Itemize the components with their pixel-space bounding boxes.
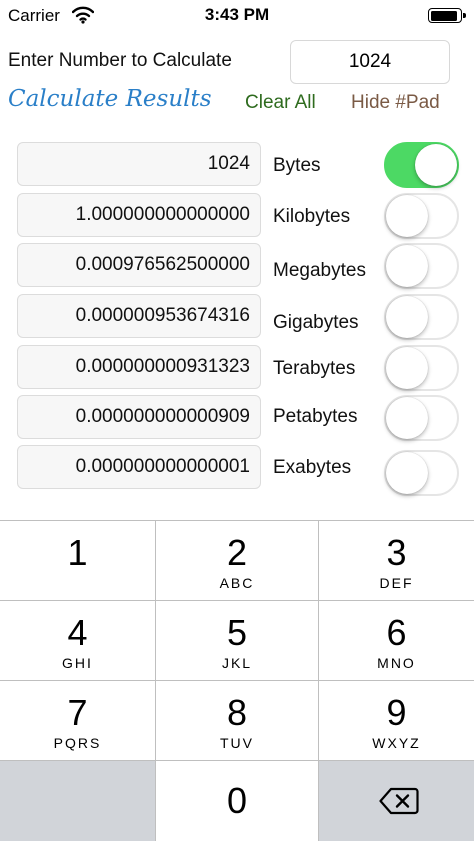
- key-letters: MNO: [377, 655, 416, 671]
- key-digit: 2: [226, 532, 248, 573]
- result-field: 0.000000953674316: [17, 294, 261, 338]
- key-4[interactable]: 4 GHI: [0, 601, 155, 680]
- key-letters: DEF: [379, 575, 414, 591]
- key-digit: 3: [386, 532, 407, 573]
- petabytes-toggle[interactable]: [384, 395, 459, 441]
- unit-label: Petabytes: [273, 406, 358, 427]
- toggle-knob: [386, 347, 428, 389]
- key-digit: 0: [226, 780, 248, 821]
- result-field: 0.000000000931323: [17, 345, 261, 389]
- key-0[interactable]: 0: [156, 761, 318, 841]
- bytes-toggle[interactable]: [384, 142, 459, 188]
- result-value: 0.000000953674316: [75, 305, 250, 326]
- exabytes-toggle[interactable]: [384, 450, 459, 496]
- toggle-knob: [386, 397, 428, 439]
- key-1[interactable]: 1: [0, 521, 155, 600]
- blank-key: [0, 761, 155, 841]
- key-2[interactable]: 2 ABC: [156, 521, 318, 600]
- clear-all-button[interactable]: Clear All: [245, 92, 316, 114]
- result-row-megabytes: 0.000976562500000 Megabytes: [0, 243, 474, 289]
- unit-label: Megabytes: [273, 260, 366, 281]
- unit-label: Exabytes: [273, 457, 352, 478]
- toggle-knob: [415, 144, 457, 186]
- result-field: 0.000976562500000: [17, 243, 261, 287]
- result-row-gigabytes: 0.000000953674316 Gigabytes: [0, 294, 474, 340]
- numeric-keypad: 1 2 ABC 3 DEF 4 GHI 5 JKL 6 MNO 7 PQRS 8…: [0, 520, 474, 841]
- battery-icon: [428, 8, 466, 23]
- gigabytes-toggle[interactable]: [384, 294, 459, 340]
- result-row-kilobytes: 1.000000000000000 Kilobytes: [0, 193, 474, 239]
- unit-label: Gigabytes: [273, 312, 359, 333]
- result-field: 1024: [17, 142, 261, 186]
- megabytes-toggle[interactable]: [384, 243, 459, 289]
- result-row-petabytes: 0.000000000000909 Petabytes: [0, 395, 474, 441]
- key-8[interactable]: 8 TUV: [156, 681, 318, 760]
- key-letters: ABC: [219, 575, 255, 591]
- result-field: 1.000000000000000: [17, 193, 261, 237]
- toggle-knob: [386, 296, 428, 338]
- key-6[interactable]: 6 MNO: [319, 601, 474, 680]
- key-digit: 1: [67, 532, 88, 573]
- status-time: 3:43 PM: [204, 5, 270, 24]
- key-7[interactable]: 7 PQRS: [0, 681, 155, 760]
- result-field: 0.000000000000909: [17, 395, 261, 439]
- result-row-terabytes: 0.000000000931323 Terabytes: [0, 345, 474, 391]
- key-letters: WXYZ: [372, 735, 421, 751]
- result-value: 0.000000000000001: [75, 456, 250, 477]
- status-bar: Carrier 3:43 PM: [0, 0, 474, 32]
- backspace-icon: [379, 787, 419, 815]
- input-label: Enter Number to Calculate: [8, 50, 232, 71]
- key-9[interactable]: 9 WXYZ: [319, 681, 474, 760]
- result-row-bytes: 1024 Bytes: [0, 142, 474, 188]
- key-digit: 4: [67, 612, 88, 653]
- terabytes-toggle[interactable]: [384, 345, 459, 391]
- key-letters: TUV: [220, 735, 254, 751]
- result-value: 1.000000000000000: [75, 204, 250, 225]
- key-5[interactable]: 5 JKL: [156, 601, 318, 680]
- unit-label: Kilobytes: [273, 206, 351, 227]
- key-digit: 7: [67, 692, 88, 733]
- calculate-results-button[interactable]: Calculate Results: [8, 86, 212, 112]
- result-value: 0.000976562500000: [75, 254, 250, 275]
- key-letters: PQRS: [53, 735, 102, 751]
- key-digit: 5: [226, 612, 248, 653]
- result-value: 1024: [207, 153, 250, 174]
- toggle-knob: [386, 452, 428, 494]
- result-row-exabytes: 0.000000000000001 Exabytes: [0, 445, 474, 496]
- result-value: 0.000000000000909: [75, 406, 250, 427]
- toggle-knob: [386, 195, 428, 237]
- unit-label: Terabytes: [273, 358, 356, 379]
- key-letters: JKL: [221, 655, 253, 671]
- unit-label: Bytes: [273, 155, 321, 176]
- key-letters: GHI: [62, 655, 93, 671]
- result-value: 0.000000000931323: [75, 356, 250, 377]
- key-3[interactable]: 3 DEF: [319, 521, 474, 600]
- kilobytes-toggle[interactable]: [384, 193, 459, 239]
- key-digit: 6: [386, 612, 407, 653]
- number-input[interactable]: [290, 40, 450, 84]
- key-digit: 9: [386, 692, 407, 733]
- delete-key[interactable]: [319, 761, 474, 841]
- hide-pad-button[interactable]: Hide #Pad: [351, 92, 440, 114]
- result-field: 0.000000000000001: [17, 445, 261, 489]
- toggle-knob: [386, 245, 428, 287]
- key-digit: 8: [226, 692, 248, 733]
